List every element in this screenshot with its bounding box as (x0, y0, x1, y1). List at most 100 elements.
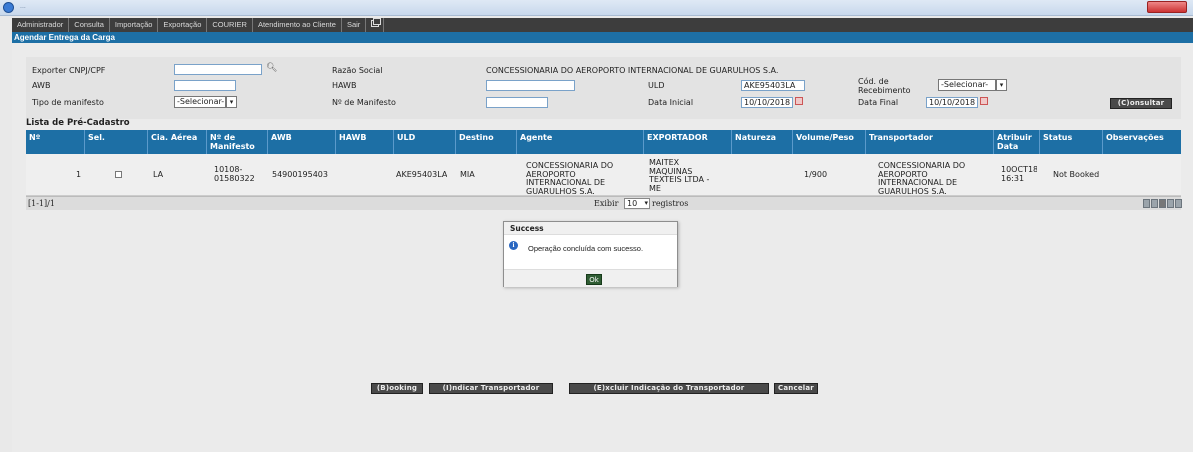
cod-label-line1: Cód. de (858, 77, 889, 86)
uld-label: ULD (648, 81, 665, 90)
menu-item-atendimento[interactable]: Atendimento ao Cliente (253, 18, 342, 32)
col-header-cia[interactable]: Cia. Aérea (148, 130, 207, 154)
col-header-exportador[interactable]: EXPORTADOR (644, 130, 732, 154)
tipo-manifesto-value: -Selecionar- (177, 97, 225, 106)
col-header-status[interactable]: Status (1040, 130, 1103, 154)
col-header-uld[interactable]: ULD (394, 130, 456, 154)
cod-recebimento-value: -Selecionar- (941, 80, 989, 89)
menu-item-consulta[interactable]: Consulta (69, 18, 110, 32)
cell-manifesto: 10108-01580322 (214, 166, 254, 183)
uld-input[interactable]: AKE95403LA (741, 80, 805, 91)
menu-item-administrador[interactable]: Administrador (12, 18, 70, 32)
col-header-sel[interactable]: Sel. (85, 130, 148, 154)
dialog-title: Success (504, 222, 677, 235)
consultar-button[interactable]: (C)onsultar (1110, 98, 1172, 109)
exporter-label: Exporter CNPJ/CPF (32, 66, 106, 75)
col-header-volume-peso[interactable]: Volume/Peso (793, 130, 866, 154)
cell-destino: MIA (460, 171, 475, 179)
cell-numero: 1 (76, 171, 82, 179)
col-header-awb[interactable]: AWB (268, 130, 336, 154)
dialog-footer: Ok (504, 269, 677, 287)
page-title: Agendar Entrega da Carga (12, 32, 1193, 43)
cod-label-line2: Recebimento (858, 86, 911, 95)
browser-title-bar: ... (0, 0, 1193, 16)
next-page-icon[interactable] (1167, 199, 1174, 208)
ok-button[interactable]: Ok (586, 274, 602, 285)
menu-item-sair[interactable]: Sair (342, 18, 367, 32)
prev-page-icon[interactable] (1151, 199, 1158, 208)
exporter-input[interactable] (174, 64, 262, 75)
page-size-select[interactable]: 10 ▾ (624, 198, 650, 209)
info-icon: i (509, 241, 518, 250)
window-icon[interactable] (366, 18, 385, 32)
table-row[interactable]: 1 LA 10108-01580322 54900195403 AKE95403… (26, 154, 1181, 196)
app-window: ... Administrador Consulta Importação Ex… (0, 0, 1193, 452)
cell-volume-peso: 1/900 (804, 171, 828, 179)
window-close-button[interactable] (1147, 1, 1187, 13)
success-dialog: Success i Operação concluída com sucesso… (503, 221, 678, 287)
dialog-message: Operação concluída com sucesso. (528, 244, 644, 253)
chevron-down-icon[interactable]: ▾ (996, 79, 1007, 91)
pager-exibir-label: Exibir (594, 199, 619, 208)
indicar-transportador-button[interactable]: (I)ndicar Transportador (429, 383, 553, 394)
cod-recebimento-select[interactable]: -Selecionar- (938, 79, 996, 91)
col-header-atribuir-data[interactable]: Atribuir Data (994, 130, 1040, 154)
data-inicial-input[interactable]: 10/10/2018 (741, 97, 793, 108)
chevron-down-icon: ▾ (644, 199, 648, 207)
pre-cadastro-table: Nº Sel. Cia. Aérea Nº de Manifesto AWB H… (26, 130, 1182, 210)
table-pager: [1-1]/1 Exibir 10 ▾ registros (26, 196, 1182, 210)
col-header-destino[interactable]: Destino (456, 130, 517, 154)
col-header-transportador[interactable]: Transportador (866, 130, 994, 154)
col-header-numero[interactable]: Nº (26, 130, 85, 154)
table-header: Nº Sel. Cia. Aérea Nº de Manifesto AWB H… (26, 130, 1181, 154)
cell-awb: 54900195403 (272, 171, 328, 179)
cell-exportador: MAITEX MAQUINAS TEXTEIS LTDA - ME (649, 159, 710, 193)
razao-social-label: Razão Social (332, 66, 383, 75)
hawb-input[interactable] (486, 80, 575, 91)
data-final-label: Data Final (858, 98, 899, 107)
page-size-value: 10 (627, 199, 638, 208)
search-form: Exporter CNPJ/CPF 🔍︎ Razão Social CONCES… (26, 57, 1181, 119)
pager-registros-label: registros (652, 199, 689, 208)
awb-input[interactable] (174, 80, 236, 91)
calendar-icon[interactable] (980, 97, 988, 105)
main-menu: Administrador Consulta Importação Export… (12, 18, 1193, 32)
col-header-manifesto[interactable]: Nº de Manifesto (207, 130, 268, 154)
menu-item-exportacao[interactable]: Exportação (158, 18, 208, 32)
page-indicator-icon (1159, 199, 1166, 208)
cell-status: Not Booked (1053, 171, 1100, 179)
hawb-label: HAWB (332, 81, 357, 90)
list-title: Lista de Pré-Cadastro (26, 118, 130, 128)
row-select-checkbox[interactable] (115, 171, 122, 178)
tipo-manifesto-select[interactable]: -Selecionar- (174, 96, 226, 108)
pager-range: [1-1]/1 (28, 199, 55, 208)
col-header-hawb[interactable]: HAWB (336, 130, 394, 154)
internet-explorer-icon (3, 2, 14, 13)
cell-agente: CONCESSIONARIA DO AEROPORTO INTERNACIONA… (526, 162, 614, 196)
cancelar-button[interactable]: Cancelar (774, 383, 818, 394)
last-page-icon[interactable] (1175, 199, 1182, 208)
col-header-agente[interactable]: Agente (517, 130, 644, 154)
menu-item-importacao[interactable]: Importação (110, 18, 159, 32)
tipo-manifesto-label: Tipo de manifesto (32, 98, 104, 107)
cell-cia: LA (153, 171, 164, 179)
manifesto-label: Nº de Manifesto (332, 98, 396, 107)
cell-uld: AKE95403LA (396, 171, 448, 179)
awb-label: AWB (32, 81, 51, 90)
razao-social-value: CONCESSIONARIA DO AEROPORTO INTERNACIONA… (486, 66, 779, 75)
col-header-natureza[interactable]: Natureza (732, 130, 793, 154)
window-title: ... (20, 3, 26, 10)
chevron-down-icon[interactable]: ▾ (226, 96, 237, 108)
first-page-icon[interactable] (1143, 199, 1150, 208)
search-icon[interactable]: 🔍︎ (266, 63, 277, 73)
cod-recebimento-label: Cód. de Recebimento (858, 77, 911, 95)
data-final-input[interactable]: 10/10/2018 (926, 97, 978, 108)
menu-item-courier[interactable]: COURIER (207, 18, 253, 32)
manifesto-input[interactable] (486, 97, 548, 108)
col-header-observacoes[interactable]: Observações (1103, 130, 1181, 154)
calendar-icon[interactable] (795, 97, 803, 105)
data-inicial-label: Data Inicial (648, 98, 694, 107)
cell-transportador: CONCESSIONARIA DO AEROPORTO INTERNACIONA… (878, 162, 966, 196)
booking-button[interactable]: (B)ooking (371, 383, 423, 394)
excluir-indicacao-button[interactable]: (E)xcluir Indicação do Transportador (569, 383, 769, 394)
